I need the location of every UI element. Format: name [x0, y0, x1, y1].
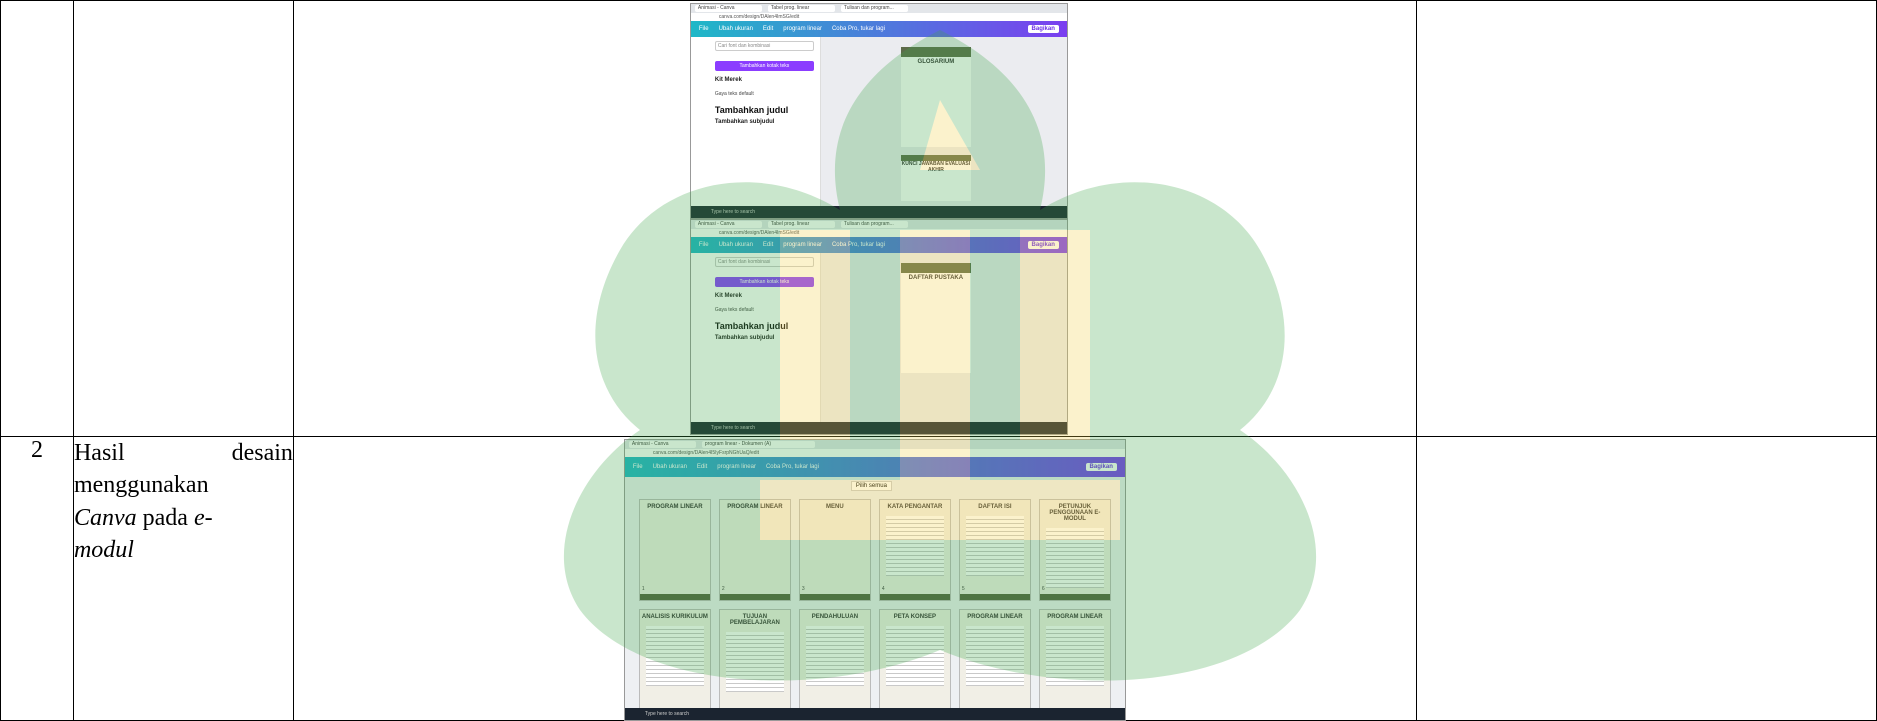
share-button: Bagikan	[1027, 25, 1059, 33]
row2-image-cell: Animasi - Canva program linear - Dokumen …	[292, 436, 1418, 721]
document-table: Animasi - Canva Tabel prog. linear Tulis…	[0, 0, 1877, 721]
taskbar: Type here to search	[690, 206, 1067, 218]
address-bar: canva.com/design/DAlen4ImSG/edit	[690, 13, 1067, 21]
canva-toolbar: File Ubah ukuran Edit program linear Coba Pr…	[690, 21, 1067, 37]
row1-image-cell: Animasi - Canva Tabel prog. linear Tulis…	[292, 0, 1418, 437]
page-grid: Pilih semua PROGRAM LINEAR 1 PROGRAM LINE…	[624, 477, 1125, 711]
row1-number-cell	[0, 0, 74, 437]
canva-screenshot-1: Animasi - Canva Tabel prog. linear Tulis…	[689, 3, 1068, 219]
side-rail	[690, 37, 710, 206]
row2-notes-cell	[1416, 436, 1877, 721]
row2-desc-cell: Hasil desain menggunakan Canva pada e- mo…	[72, 436, 294, 721]
browser-tab: Tulisan dan program...	[840, 5, 908, 12]
taskbar: Type here to search	[624, 708, 1125, 720]
row2-number-cell: 2	[0, 436, 74, 721]
row1-desc-cell	[72, 0, 294, 437]
table-row: 2 Hasil desain menggunakan Canva pada e- …	[0, 436, 1877, 721]
text-panel: Cari font dan kombinasi Tambahkan kotak …	[708, 37, 821, 206]
browser-tab: Tabel prog. linear	[767, 5, 835, 12]
canva-screenshot-3: Animasi - Canva program linear - Dokumen …	[623, 439, 1126, 721]
canvas-area: GLOSARIUM KUNCI JAWABAN EVALUASI AKHIR	[820, 37, 1067, 206]
canva-screenshot-2: Animasi - Canva Tabel prog. linear Tulisan…	[689, 219, 1068, 435]
row1-notes-cell	[1416, 0, 1877, 437]
share-button: Bagikan	[1027, 241, 1059, 249]
browser-tab: Animasi - Canva	[694, 5, 762, 12]
share-button: Bagikan	[1085, 463, 1117, 471]
table-row: Animasi - Canva Tabel prog. linear Tulis…	[0, 0, 1877, 437]
